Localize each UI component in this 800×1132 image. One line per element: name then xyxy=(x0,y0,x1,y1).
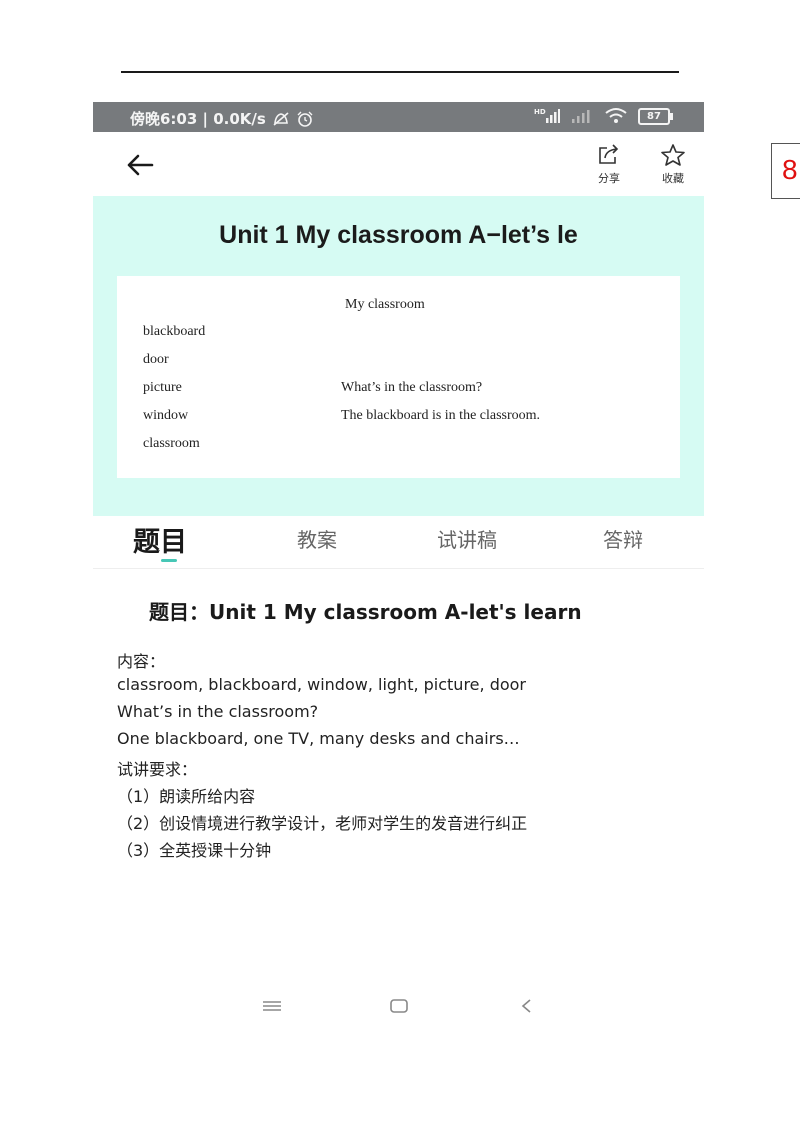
slide-word: picture xyxy=(143,380,182,395)
battery-level: 87 xyxy=(647,110,661,122)
star-icon xyxy=(661,144,685,166)
status-right: HD 87 xyxy=(534,107,673,125)
menu-icon xyxy=(263,1001,281,1011)
home-square-icon xyxy=(390,999,408,1013)
system-nav-bar xyxy=(93,994,704,1024)
status-left: 傍晚6:03 | 0.0K/s xyxy=(130,108,314,129)
hd-label: HD xyxy=(534,108,546,116)
content-line: 试讲要求： xyxy=(117,760,198,779)
wifi-icon xyxy=(605,108,627,123)
status-bar: 傍晚6:03 | 0.0K/s HD 87 xyxy=(93,102,704,132)
battery-icon: 87 xyxy=(638,107,673,125)
tab-defense[interactable]: 答辩 xyxy=(603,524,643,553)
content-line: （3）全英授课十分钟 xyxy=(117,841,272,860)
content-line: 内容： xyxy=(117,652,166,671)
alarm-clock-icon xyxy=(297,111,313,127)
tab-script[interactable]: 试讲稿 xyxy=(437,524,497,553)
favorite-button[interactable]: 收藏 xyxy=(651,144,695,186)
favorite-label: 收藏 xyxy=(662,172,684,185)
lesson-slide-image: My classroom blackboard door picture win… xyxy=(117,276,680,478)
content-line: classroom, blackboard, window, light, pi… xyxy=(117,675,526,694)
content-line: （1）朗读所给内容 xyxy=(117,787,256,806)
arrow-left-icon xyxy=(127,154,154,176)
back-nav-button[interactable] xyxy=(517,998,537,1018)
mute-icon xyxy=(273,111,289,126)
page-top-rule xyxy=(121,71,679,73)
content-line: What’s in the classroom? xyxy=(117,702,319,721)
slide-question: What’s in the classroom? xyxy=(341,380,483,395)
lesson-banner: Unit 1 My classroom A−let’s le My classr… xyxy=(93,196,704,516)
content-line: （2）创设情境进行教学设计，老师对学生的发音进行纠正 xyxy=(117,814,528,833)
back-button[interactable] xyxy=(123,148,157,182)
menu-button[interactable] xyxy=(262,998,282,1018)
share-icon xyxy=(599,144,619,164)
content-line: One blackboard, one TV, many desks and c… xyxy=(117,729,520,748)
page-number: 8 xyxy=(782,154,798,185)
home-button[interactable] xyxy=(389,998,409,1018)
page-number-box: 8 xyxy=(771,143,800,199)
signal-weak-icon xyxy=(572,110,590,123)
app-header: 分享 收藏 xyxy=(93,132,704,196)
banner-title: Unit 1 My classroom A−let’s le xyxy=(219,221,578,249)
tab-bar: 题目 教案 试讲稿 答辩 xyxy=(93,516,704,569)
signal-hd-icon: HD xyxy=(534,108,560,123)
content-title: 题目：Unit 1 My classroom A-let's learn xyxy=(149,600,582,624)
slide-heading: My classroom xyxy=(345,297,425,312)
tab-lesson-plan[interactable]: 教案 xyxy=(297,524,337,553)
chevron-left-icon xyxy=(521,999,531,1013)
status-time-speed: 傍晚6:03 | 0.0K/s xyxy=(130,110,266,128)
phone-screenshot: 傍晚6:03 | 0.0K/s HD 87 分享 收藏 Unit 1 My cl… xyxy=(93,102,704,1032)
share-label: 分享 xyxy=(598,172,620,185)
slide-word: window xyxy=(143,408,189,423)
share-button[interactable]: 分享 xyxy=(587,144,631,186)
slide-word: classroom xyxy=(143,436,200,451)
tab-question[interactable]: 题目 xyxy=(133,520,187,559)
slide-answer: The blackboard is in the classroom. xyxy=(341,408,541,423)
slide-word: door xyxy=(143,352,169,367)
slide-word: blackboard xyxy=(143,324,206,339)
active-tab-indicator xyxy=(161,559,177,562)
